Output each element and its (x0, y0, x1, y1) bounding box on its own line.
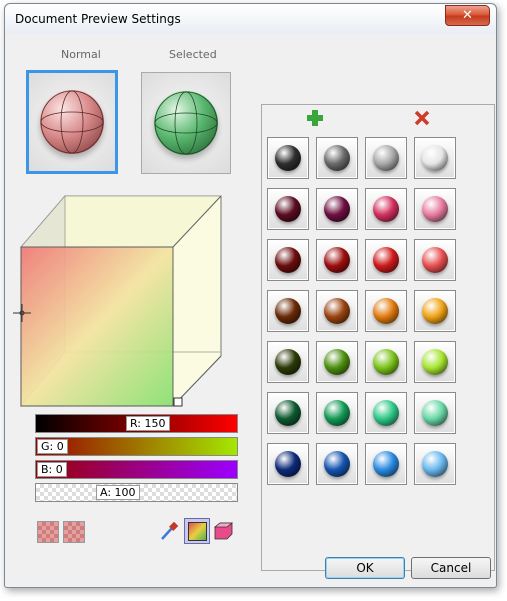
normal-preview-tile[interactable] (26, 70, 118, 174)
normal-sphere (40, 90, 104, 154)
color-swatch[interactable] (316, 239, 358, 281)
color-cube[interactable] (13, 192, 222, 407)
color-swatch[interactable] (267, 239, 309, 281)
delete-color-button[interactable] (413, 109, 431, 127)
dialog-window: Document Preview Settings ✕ Normal Selec… (4, 3, 497, 588)
swatch-sphere (324, 196, 350, 222)
color-swatch[interactable] (365, 392, 407, 434)
cancel-button[interactable]: Cancel (411, 557, 491, 579)
cube-mode-button[interactable] (184, 518, 210, 544)
color-swatch[interactable] (414, 392, 456, 434)
color-swatch[interactable] (414, 239, 456, 281)
swatch-sphere (275, 298, 301, 324)
color-swatch[interactable] (316, 290, 358, 332)
color-swatch[interactable] (316, 188, 358, 230)
recent-color-swatch-2[interactable] (63, 521, 85, 543)
window-title: Document Preview Settings (15, 12, 181, 26)
blue-value: B: 0 (37, 462, 67, 477)
color-swatch[interactable] (414, 443, 456, 485)
selected-preview-tile[interactable] (141, 72, 231, 174)
close-button[interactable]: ✕ (445, 5, 490, 26)
alpha-slider[interactable]: A: 100 (35, 483, 238, 502)
swatch-sphere (275, 400, 301, 426)
color-swatch[interactable] (414, 188, 456, 230)
ok-button[interactable]: OK (325, 557, 405, 579)
swatch-sphere (275, 349, 301, 375)
color-swatch[interactable] (316, 392, 358, 434)
swatch-sphere (324, 298, 350, 324)
color-swatch[interactable] (414, 137, 456, 179)
swatch-sphere (324, 145, 350, 171)
swatch-sphere (422, 145, 448, 171)
swatch-sphere (422, 196, 448, 222)
color-swatch[interactable] (365, 290, 407, 332)
box-mode-icon[interactable] (212, 520, 234, 542)
color-swatch[interactable] (267, 290, 309, 332)
swatch-sphere (373, 349, 399, 375)
swatch-sphere (373, 400, 399, 426)
color-palette (261, 104, 495, 571)
color-swatch[interactable] (267, 341, 309, 383)
normal-label: Normal (61, 48, 101, 61)
delete-icon (414, 110, 430, 126)
swatch-sphere (373, 247, 399, 273)
swatch-sphere (275, 247, 301, 273)
color-swatch[interactable] (267, 188, 309, 230)
swatch-sphere (373, 145, 399, 171)
color-swatch[interactable] (365, 188, 407, 230)
swatch-sphere (324, 400, 350, 426)
swatch-sphere (275, 145, 301, 171)
green-value: G: 0 (37, 439, 68, 454)
plus-icon (307, 110, 323, 126)
color-swatch[interactable] (316, 443, 358, 485)
swatch-sphere (422, 247, 448, 273)
swatch-sphere (324, 349, 350, 375)
color-swatch[interactable] (414, 341, 456, 383)
close-icon: ✕ (462, 8, 473, 23)
swatch-sphere (422, 451, 448, 477)
color-swatch[interactable] (316, 137, 358, 179)
title-bar: Document Preview Settings ✕ (5, 4, 496, 34)
swatch-sphere (422, 400, 448, 426)
dialog-client: Normal Selected R: 150 G: 0 B: 0 A: 100 … (13, 34, 495, 579)
alpha-value: A: 100 (96, 485, 140, 500)
cube-mode-icon (188, 522, 207, 541)
swatch-sphere (275, 451, 301, 477)
blue-slider[interactable]: B: 0 (35, 460, 238, 479)
swatch-sphere (373, 196, 399, 222)
swatch-sphere (373, 451, 399, 477)
color-swatch[interactable] (267, 443, 309, 485)
color-swatch[interactable] (414, 290, 456, 332)
add-color-button[interactable] (306, 109, 324, 127)
selected-label: Selected (169, 48, 217, 61)
swatch-sphere (422, 349, 448, 375)
red-slider[interactable]: R: 150 (35, 414, 238, 433)
selected-sphere (154, 91, 218, 155)
color-swatch[interactable] (267, 137, 309, 179)
red-value: R: 150 (126, 416, 170, 431)
eyedropper-icon[interactable] (158, 520, 180, 542)
swatch-sphere (324, 247, 350, 273)
color-swatch[interactable] (365, 443, 407, 485)
swatch-sphere (324, 451, 350, 477)
swatch-sphere (373, 298, 399, 324)
swatch-sphere (422, 298, 448, 324)
color-swatch[interactable] (316, 341, 358, 383)
color-swatch[interactable] (365, 239, 407, 281)
green-slider[interactable]: G: 0 (35, 437, 238, 456)
color-swatch[interactable] (365, 137, 407, 179)
color-swatch[interactable] (365, 341, 407, 383)
recent-color-swatch-1[interactable] (37, 521, 59, 543)
color-swatch[interactable] (267, 392, 309, 434)
swatch-sphere (275, 196, 301, 222)
